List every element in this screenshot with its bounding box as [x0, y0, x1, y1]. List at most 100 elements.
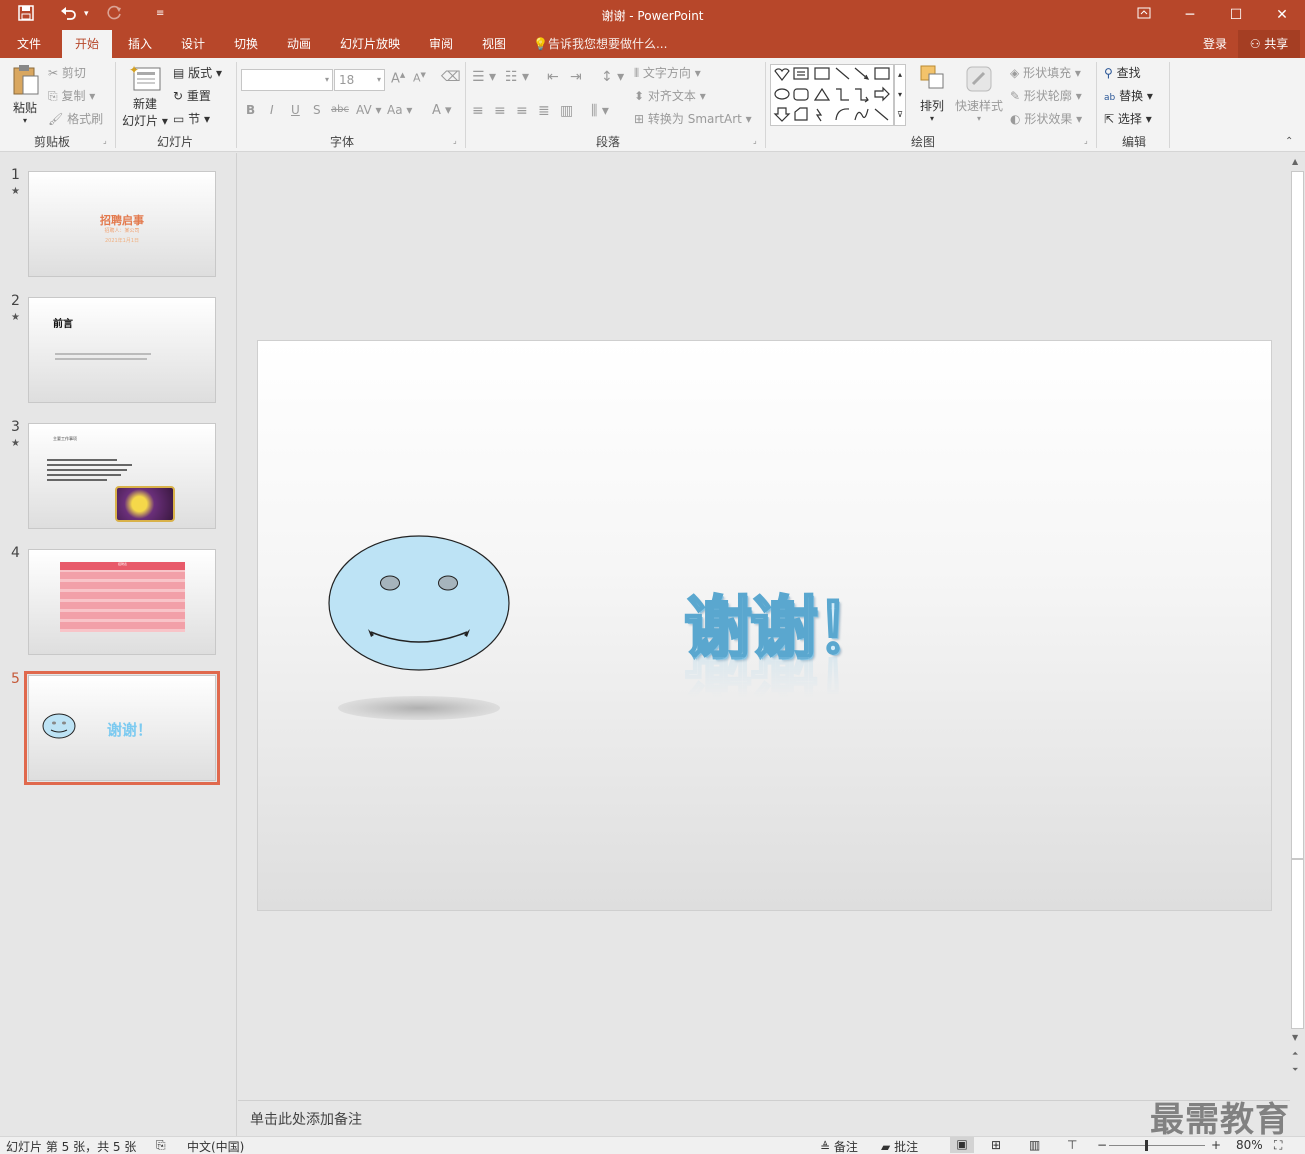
share-button[interactable]: ⚇ 共享 — [1238, 30, 1300, 58]
scroll-thumb[interactable] — [1291, 171, 1304, 859]
find-button[interactable]: ⚲ 查找 — [1104, 64, 1141, 81]
shape-fill-button[interactable]: ◈ 形状填充 ▾ — [1010, 64, 1081, 81]
tab-transitions[interactable]: 切换 — [224, 30, 268, 58]
shapes-scroll[interactable]: ▴ ▾ ⊽ — [894, 64, 906, 126]
shape-outline-button[interactable]: ✎ 形状轮廓 ▾ — [1010, 87, 1082, 104]
clipboard-group-label: 剪贴板 — [33, 135, 70, 149]
align-left-icon[interactable]: ≡ — [472, 103, 484, 119]
notes-pane[interactable]: 单击此处添加备注 — [238, 1100, 1290, 1136]
underline-button[interactable]: U — [291, 103, 300, 117]
bold-button[interactable]: B — [246, 103, 255, 117]
scroll-down-icon[interactable]: ▼ — [1292, 1033, 1298, 1042]
vertical-scrollbar[interactable]: ▲ ▼ ⏶ ⏷ — [1290, 153, 1305, 1083]
select-button[interactable]: ⇱ 选择 ▾ — [1104, 110, 1152, 127]
slideshow-icon[interactable]: ⊤ — [1067, 1138, 1077, 1152]
tab-review[interactable]: 审阅 — [419, 30, 463, 58]
slide-thumbnail-4[interactable]: 招聘表 — [28, 549, 216, 655]
cut-button[interactable]: ✂ 剪切 — [48, 64, 86, 81]
current-slide[interactable]: 谢谢！ 谢谢！ — [257, 340, 1272, 911]
notes-placeholder[interactable]: 单击此处添加备注 — [250, 1109, 362, 1129]
scroll-up-icon[interactable]: ▲ — [1292, 157, 1298, 166]
grow-font-icon[interactable]: A▲ — [391, 71, 405, 86]
change-case-button[interactable]: Aa ▾ — [387, 103, 412, 117]
next-slide-icon[interactable]: ⏷ — [1292, 1065, 1298, 1075]
section-button[interactable]: ▭ 节 ▾ — [173, 110, 210, 127]
new-slide-button[interactable]: ✦ 新建 幻灯片 ▾ — [122, 63, 168, 129]
zoom-out-button[interactable]: − — [1097, 1138, 1107, 1152]
shapes-gallery[interactable] — [770, 64, 894, 126]
format-painter-button[interactable]: 🖌 格式刷 — [48, 110, 103, 127]
ribbon-display-icon[interactable] — [1121, 3, 1167, 27]
line-spacing-icon[interactable]: ↕ ▾ — [601, 69, 624, 85]
align-right-icon[interactable]: ≡ — [516, 103, 528, 119]
paste-button[interactable]: 粘贴 ▾ — [8, 64, 42, 134]
slide-sorter-icon[interactable]: ⊞ — [991, 1138, 1001, 1152]
zoom-slider[interactable] — [1109, 1140, 1205, 1151]
login-link[interactable]: 登录 — [1196, 30, 1234, 58]
align-center-icon[interactable]: ≡ — [494, 103, 506, 119]
convert-smartart-button[interactable]: ⊞ 转换为 SmartArt ▾ — [634, 110, 752, 127]
tab-insert[interactable]: 插入 — [118, 30, 162, 58]
tab-design[interactable]: 设计 — [171, 30, 215, 58]
shrink-font-icon[interactable]: A▼ — [413, 71, 426, 85]
smartart-icon: ⊞ — [634, 112, 645, 126]
replace-button[interactable]: ab 替换 ▾ — [1104, 87, 1153, 104]
copy-button[interactable]: ⎘ 复制 ▾ — [48, 87, 95, 104]
collapse-ribbon-icon[interactable]: ⌃ — [1285, 136, 1293, 147]
arrange-icon — [920, 65, 944, 89]
shadow-button[interactable]: S — [313, 103, 321, 117]
normal-view-icon[interactable]: ▣ — [950, 1137, 974, 1153]
italic-button[interactable]: I — [270, 103, 274, 117]
clipboard-launcher-icon[interactable]: ⌟ — [103, 136, 107, 145]
justify-icon[interactable]: ≣ — [538, 103, 550, 119]
reading-view-icon[interactable]: ▥ — [1029, 1138, 1040, 1152]
tab-view[interactable]: 视图 — [472, 30, 516, 58]
tab-home[interactable]: 开始 — [62, 30, 112, 58]
animation-star-icon: ★ — [11, 186, 20, 197]
smiley-face-shape[interactable] — [327, 534, 511, 672]
paragraph-launcher-icon[interactable]: ⌟ — [753, 136, 757, 145]
clear-format-icon[interactable]: ⌫ — [441, 69, 461, 85]
align-text-button[interactable]: ⬍ 对齐文本 ▾ — [634, 87, 706, 104]
tell-me-box[interactable]: 💡告诉我您想要做什么... — [533, 30, 683, 58]
drawing-launcher-icon[interactable]: ⌟ — [1084, 136, 1088, 145]
minimize-icon[interactable]: ─ — [1167, 3, 1213, 27]
decrease-indent-icon[interactable]: ⇤ — [547, 69, 559, 85]
numbering-icon[interactable]: ☷ ▾ — [505, 69, 529, 85]
char-spacing-button[interactable]: AV ▾ — [356, 103, 382, 117]
increase-indent-icon[interactable]: ⇥ — [570, 69, 582, 85]
comments-toggle[interactable]: ▰ 批注 — [881, 1138, 918, 1154]
zoom-slider-thumb[interactable] — [1145, 1140, 1149, 1151]
slide-thumbnail-2[interactable]: 前言 — [28, 297, 216, 403]
previous-slide-icon[interactable]: ⏶ — [1292, 1049, 1298, 1059]
slide-thumbnail-3[interactable]: 主要工作事项 — [28, 423, 216, 529]
shape-effects-button[interactable]: ◐ 形状效果 ▾ — [1010, 110, 1082, 127]
close-icon[interactable]: ✕ — [1259, 3, 1305, 27]
font-name-combo[interactable]: ▾ — [241, 69, 333, 91]
chevron-down-icon: ▾ — [376, 75, 381, 84]
columns-icon[interactable]: ⫼ ▾ — [591, 103, 609, 119]
spellcheck-icon[interactable]: ⎘ — [156, 1138, 166, 1153]
layout-button[interactable]: ▤ 版式 ▾ — [173, 64, 222, 81]
arrange-button[interactable]: 排列 ▾ — [915, 64, 949, 123]
tab-file[interactable]: 文件 — [8, 30, 50, 58]
font-launcher-icon[interactable]: ⌟ — [453, 136, 457, 145]
tab-animations[interactable]: 动画 — [277, 30, 321, 58]
reset-button[interactable]: ↻ 重置 — [173, 87, 211, 104]
zoom-in-button[interactable]: + — [1211, 1138, 1221, 1152]
font-color-button[interactable]: A ▾ — [432, 103, 452, 118]
maximize-icon[interactable]: ☐ — [1213, 3, 1259, 27]
language-indicator[interactable]: 中文(中国) — [187, 1138, 244, 1154]
strikethrough-button[interactable]: abc — [331, 104, 349, 115]
fit-slide-icon[interactable]: ⛶ — [1274, 1138, 1282, 1153]
slide-thumbnail-1[interactable]: 招聘启事 招聘人：某公司 2021年1月1日 — [28, 171, 216, 277]
notes-toggle[interactable]: ≜ 备注 — [820, 1138, 858, 1154]
quick-styles-button[interactable]: 快速样式 ▾ — [954, 64, 1004, 123]
zoom-level[interactable]: 80% — [1236, 1138, 1263, 1152]
text-direction-button[interactable]: ⫴ 文字方向 ▾ — [634, 64, 701, 81]
bullets-icon[interactable]: ☰ ▾ — [472, 69, 496, 85]
distributed-icon[interactable]: ▥ — [560, 103, 573, 119]
slide-thumbnail-5[interactable]: 谢谢！ — [24, 671, 220, 785]
tab-slideshow[interactable]: 幻灯片放映 — [330, 30, 410, 58]
font-size-combo[interactable]: 18 ▾ — [334, 69, 385, 91]
